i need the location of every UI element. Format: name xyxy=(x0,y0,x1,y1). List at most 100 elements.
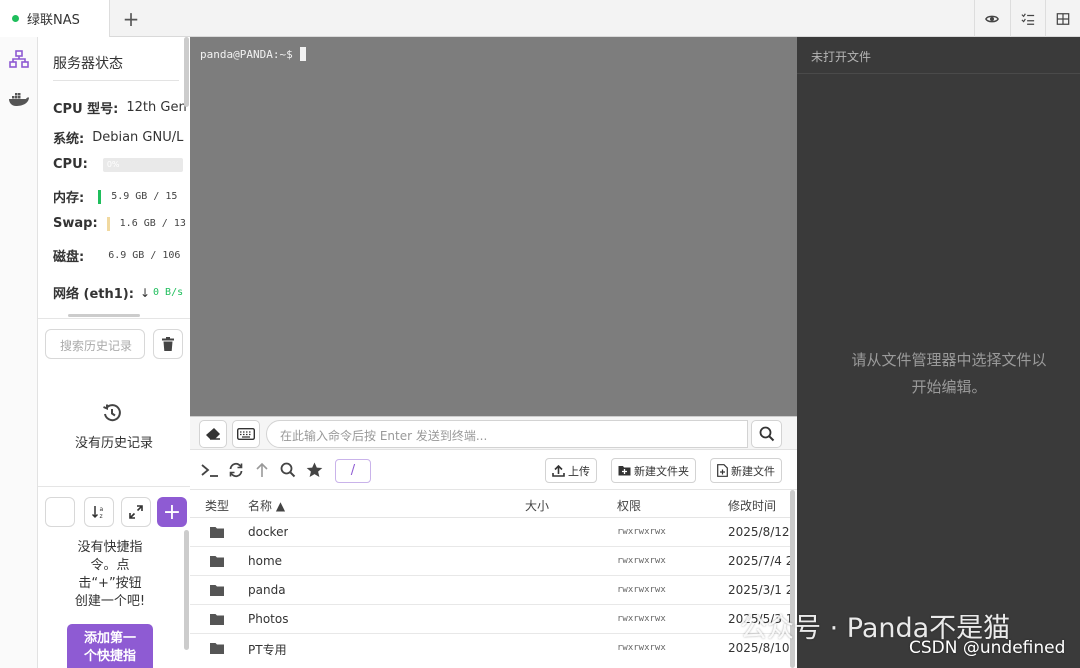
editor-panel: 未打开文件 请从文件管理器中选择文件以 开始编辑。 xyxy=(797,37,1080,668)
table-row[interactable]: home rwxrwxrwx 2025/7/4 21 xyxy=(190,547,790,576)
sort-button[interactable]: az xyxy=(84,497,114,527)
arrow-down-icon: ↓ xyxy=(139,285,151,300)
file-name: panda xyxy=(248,583,286,597)
upload-icon xyxy=(552,464,565,477)
first-button-line-2: 个快捷指 xyxy=(83,649,136,664)
divider xyxy=(53,80,179,81)
eraser-button[interactable] xyxy=(199,420,227,448)
net-row: 网络 (eth1): ↓ 0 B/s xyxy=(53,283,183,303)
os-label: 系统: xyxy=(53,132,85,147)
col-type[interactable]: 类型 xyxy=(205,497,229,514)
mem-usage-bar xyxy=(98,189,102,204)
col-name[interactable]: 名称 ▲ xyxy=(248,497,285,514)
new-folder-button[interactable]: 新建文件夹 xyxy=(611,458,696,483)
table-row[interactable]: Photos rwxrwxrwx 2025/5/3 15 xyxy=(190,605,790,634)
search-button[interactable] xyxy=(751,420,782,448)
refresh-icon[interactable] xyxy=(227,461,245,479)
add-shortcut-button[interactable]: + xyxy=(157,497,187,527)
swap-row: Swap: 1.6 GB / 13 xyxy=(53,216,186,231)
svg-text:z: z xyxy=(100,513,103,520)
empty-line-3: 击“+”按钮 xyxy=(78,576,142,591)
star-icon[interactable] xyxy=(305,461,323,479)
docker-icon[interactable] xyxy=(7,87,31,111)
command-input[interactable]: 在此输入命令后按 Enter 发送到终端... xyxy=(266,420,748,448)
mem-row: 内存: 5.9 GB / 15 xyxy=(53,187,177,206)
file-name: docker xyxy=(248,525,289,539)
arrow-up-icon[interactable] xyxy=(253,461,271,479)
panel-title: 服务器状态 xyxy=(53,56,123,72)
history-empty-text: 没有历史记录 xyxy=(74,436,153,451)
folder-icon xyxy=(210,613,224,628)
shortcuts-empty-text: 没有快捷指 令。点 击“+”按钮 创建一个吧! xyxy=(48,539,172,611)
disk-value: 6.9 GB / 106 xyxy=(108,250,181,261)
col-mtime[interactable]: 修改时间 xyxy=(728,497,776,514)
status-h-scrollbar[interactable] xyxy=(68,314,140,317)
tab-nas[interactable]: 绿联NAS xyxy=(0,0,110,37)
network-icon[interactable] xyxy=(7,47,31,71)
shortcuts-panel: az + 没有快捷指 令。点 击“+”按钮 创建一个吧! 添加第一 个快捷指 xyxy=(38,486,190,668)
file-manager-toolbar: / 上传 新建文件夹 新建文件 xyxy=(190,450,797,490)
checklist-icon[interactable] xyxy=(1010,0,1045,37)
table-row[interactable]: panda rwxrwxrwx 2025/3/1 23 xyxy=(190,576,790,605)
empty-line-1: 没有快捷指 xyxy=(77,540,143,555)
shortcuts-scrollbar[interactable] xyxy=(184,530,189,650)
editor-msg-line-1: 请从文件管理器中选择文件以 xyxy=(851,351,1047,369)
editor-msg-line-2: 开始编辑。 xyxy=(911,378,987,396)
status-dot xyxy=(12,15,19,22)
folder-plus-icon xyxy=(618,466,631,476)
table-row[interactable]: PT专用 rwxrwxrwx 2025/8/10 1 xyxy=(190,634,790,663)
upload-button[interactable]: 上传 xyxy=(545,458,597,483)
icon-rail xyxy=(0,37,38,668)
history-search-input[interactable]: 搜索历史记录 xyxy=(45,329,145,359)
shortcut-filter-box[interactable] xyxy=(45,497,75,527)
swap-usage-bar xyxy=(106,216,110,231)
tab-title: 绿联NAS xyxy=(27,13,80,28)
grid-icon[interactable] xyxy=(1045,0,1080,37)
watermark-csdn: CSDN @undefined xyxy=(909,638,1066,658)
prompt-text: panda@PANDA:~$ xyxy=(200,47,293,61)
search-icon[interactable] xyxy=(279,461,297,479)
expand-button[interactable] xyxy=(121,497,151,527)
cpu-usage-bar: 0% xyxy=(102,157,183,172)
clear-history-button[interactable] xyxy=(153,329,183,359)
file-plus-icon xyxy=(717,464,728,477)
cpu-row: CPU: 0% xyxy=(53,157,183,172)
file-name: Photos xyxy=(248,612,289,626)
mem-value: 5.9 GB / 15 xyxy=(111,191,178,202)
keyboard-button[interactable] xyxy=(232,420,260,448)
terminal-cursor xyxy=(299,47,306,61)
new-folder-label: 新建文件夹 xyxy=(634,464,689,478)
terminal-icon[interactable] xyxy=(201,461,219,479)
file-perm: rwxrwxrwx xyxy=(617,614,666,624)
table-row[interactable]: docker rwxrwxrwx 2025/8/12 1 xyxy=(190,518,790,547)
svg-text:a: a xyxy=(100,506,104,513)
file-perm: rwxrwxrwx xyxy=(617,643,666,653)
col-perm[interactable]: 权限 xyxy=(617,497,641,514)
col-size[interactable]: 大小 xyxy=(525,497,549,514)
new-file-button[interactable]: 新建文件 xyxy=(710,458,782,483)
command-bar: 在此输入命令后按 Enter 发送到终端... xyxy=(190,416,797,450)
first-button-line-1: 添加第一 xyxy=(83,631,136,646)
eraser-icon xyxy=(206,428,220,440)
disk-label: 磁盘: xyxy=(53,250,85,265)
file-mtime: 2025/7/4 21 xyxy=(728,554,790,568)
search-icon xyxy=(759,426,774,442)
add-first-shortcut-button[interactable]: 添加第一 个快捷指 xyxy=(67,624,153,668)
swap-label: Swap: xyxy=(53,216,98,231)
eye-icon[interactable] xyxy=(974,0,1009,37)
server-status-panel: 服务器状态 CPU 型号: 12th Gen 系统: Debian GNU/L … xyxy=(38,37,190,318)
add-tab-button[interactable]: + xyxy=(116,0,146,37)
disk-row: 磁盘: 6.9 GB / 106 xyxy=(53,246,180,265)
trash-icon xyxy=(162,337,174,351)
empty-line-4: 创建一个吧! xyxy=(74,594,146,609)
status-scrollbar[interactable] xyxy=(184,37,189,107)
path-input[interactable]: / xyxy=(335,459,371,483)
folder-icon xyxy=(210,584,224,599)
file-name: home xyxy=(248,554,283,568)
os-row: 系统: Debian GNU/L xyxy=(53,128,183,147)
terminal-prompt: panda@PANDA:~$ xyxy=(200,47,306,61)
cpu-model-row: CPU 型号: 12th Gen xyxy=(53,98,187,117)
cpu-model-value: 12th Gen xyxy=(126,100,187,115)
terminal[interactable]: panda@PANDA:~$ xyxy=(190,37,797,416)
folder-icon xyxy=(210,526,224,541)
